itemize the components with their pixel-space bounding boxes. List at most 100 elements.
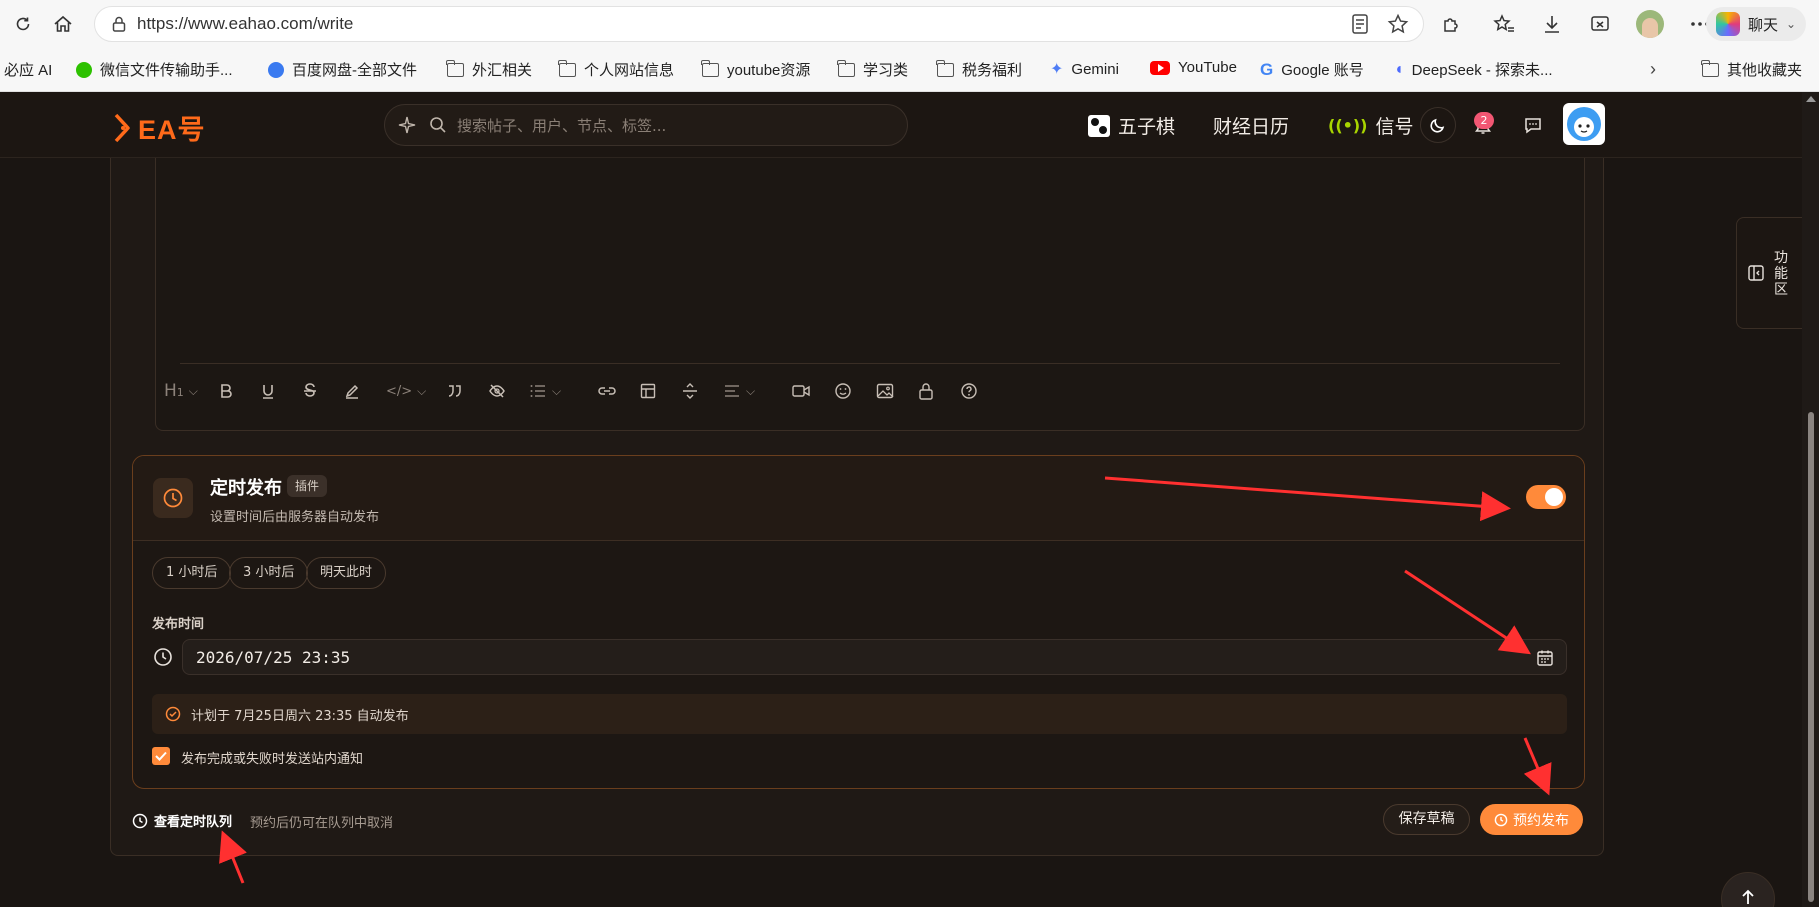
function-panel-tab[interactable]: 功能区 — [1736, 217, 1802, 329]
back-to-top-button[interactable] — [1721, 872, 1775, 907]
scrollbar-thumb[interactable] — [1808, 412, 1814, 902]
bookmark-tax-folder[interactable]: 税务福利 — [936, 59, 1023, 80]
clock-icon — [1494, 813, 1508, 826]
underline-icon[interactable] — [260, 378, 276, 404]
browser-toolbar: https://www.eahao.com/write 聊天 ⌄ — [0, 0, 1819, 48]
rich-text-editor[interactable]: H1 ⌵ </> ⌵ ⌵ ⌵ — [155, 158, 1585, 431]
quick-option-3h[interactable]: 3 小时后 — [229, 557, 309, 589]
reader-mode-icon[interactable] — [1351, 13, 1369, 39]
screenshot-icon[interactable] — [1584, 8, 1616, 40]
save-draft-button[interactable]: 保存草稿 — [1383, 804, 1470, 835]
table-icon[interactable] — [640, 378, 656, 404]
nav-calendar[interactable]: 财经日历 — [1213, 112, 1289, 139]
align-dropdown[interactable]: ⌵ — [724, 378, 755, 404]
bookmark-deepseek[interactable]: ◖ DeepSeek - 探索未... — [1394, 59, 1553, 80]
copilot-icon — [1716, 12, 1740, 36]
bookmark-baidu-netdisk[interactable]: 百度网盘-全部文件 — [268, 59, 417, 80]
heading-icon: H1 — [164, 381, 184, 401]
sparkle-icon[interactable] — [397, 115, 417, 135]
gomoku-icon — [1088, 114, 1110, 137]
bookmark-label: Gemini — [1071, 60, 1119, 78]
strikethrough-icon[interactable] — [302, 378, 318, 404]
emoji-icon[interactable] — [834, 378, 852, 404]
copilot-chat-button[interactable]: 聊天 ⌄ — [1706, 7, 1807, 41]
site-header: EA号 搜索帖子、用户、节点、标签... 五子棋 财经日历 ((•)) 信号 — [0, 92, 1802, 158]
google-icon: G — [1260, 59, 1274, 79]
schedule-publish-label: 预约发布 — [1513, 812, 1569, 829]
image-icon[interactable] — [876, 378, 894, 404]
view-queue-link[interactable]: 查看定时队列 — [132, 811, 232, 830]
user-avatar[interactable] — [1563, 103, 1605, 145]
editor-divider — [180, 363, 1560, 364]
notify-label[interactable]: 发布完成或失败时发送站内通知 — [181, 748, 363, 767]
dark-mode-toggle[interactable] — [1420, 107, 1456, 143]
video-icon[interactable] — [792, 378, 810, 404]
quote-icon[interactable] — [446, 378, 464, 404]
bookmark-forex-folder[interactable]: 外汇相关 — [446, 59, 532, 80]
toggle-knob — [1545, 488, 1563, 506]
chevron-down-icon: ⌄ — [1786, 17, 1797, 31]
profile-avatar[interactable] — [1634, 8, 1666, 40]
clock-icon — [153, 478, 193, 518]
chevron-right-icon[interactable]: › — [1650, 59, 1656, 80]
align-icon — [725, 385, 739, 397]
page-scrollbar[interactable] — [1802, 92, 1819, 907]
site-search-input[interactable]: 搜索帖子、用户、节点、标签... — [384, 104, 908, 146]
favorites-icon[interactable] — [1488, 8, 1520, 40]
notification-badge: 2 — [1474, 112, 1494, 129]
star-favorite-icon[interactable] — [1387, 13, 1409, 39]
clock-icon — [132, 813, 148, 828]
write-card: H1 ⌵ </> ⌵ ⌵ ⌵ 定时发布 插件 设置时间后由服务器自动发布 1 小… — [110, 158, 1604, 856]
hidden-content-icon[interactable] — [488, 378, 506, 404]
quick-option-1h[interactable]: 1 小时后 — [152, 557, 232, 589]
schedule-toggle[interactable] — [1526, 485, 1566, 509]
refresh-icon[interactable] — [6, 7, 40, 41]
site-logo[interactable]: EA号 — [112, 108, 206, 147]
download-icon[interactable] — [1536, 8, 1568, 40]
bookmark-youtube[interactable]: YouTube — [1150, 59, 1237, 76]
messages-button[interactable] — [1515, 107, 1551, 143]
bookmark-label: 税务福利 — [962, 62, 1023, 79]
url-text[interactable]: https://www.eahao.com/write — [137, 14, 353, 34]
code-dropdown[interactable]: </> ⌵ — [386, 378, 426, 404]
chat-bubble-icon — [1525, 118, 1541, 134]
address-bar[interactable]: https://www.eahao.com/write — [94, 6, 1424, 42]
bookmark-personal-site-folder[interactable]: 个人网站信息 — [558, 59, 674, 80]
scroll-up-arrow-icon[interactable] — [1806, 96, 1816, 102]
bookmark-label: YouTube — [1178, 59, 1237, 76]
lock-icon[interactable] — [105, 16, 133, 32]
nav-gomoku[interactable]: 五子棋 — [1088, 112, 1175, 139]
bookmark-other-favorites[interactable]: 其他收藏夹 — [1701, 59, 1803, 80]
nav-signal-label: 信号 — [1375, 116, 1414, 138]
calendar-icon[interactable] — [1536, 649, 1554, 667]
chevron-down-icon: ⌵ — [746, 383, 756, 398]
list-dropdown[interactable]: ⌵ — [530, 378, 561, 404]
notify-checkbox[interactable] — [152, 747, 170, 765]
bookmark-bing-ai[interactable]: 必应 AI — [4, 59, 52, 80]
schedule-publish-button[interactable]: 预约发布 — [1480, 804, 1583, 835]
extensions-icon[interactable] — [1436, 8, 1468, 40]
heading-dropdown[interactable]: H1 ⌵ — [164, 378, 198, 404]
home-icon[interactable] — [46, 7, 80, 41]
schedule-plan-text: 计划于 7月25日周六 23:35 自动发布 — [191, 709, 409, 724]
bookmark-label: youtube资源 — [727, 62, 811, 79]
bookmark-gemini[interactable]: ✦ Gemini — [1050, 59, 1119, 79]
link-icon[interactable] — [598, 378, 616, 404]
publish-datetime-input[interactable]: 2026/07/25 23:35 — [182, 639, 1567, 675]
divider-icon[interactable] — [682, 378, 698, 404]
scheduled-publish-title: 定时发布 — [210, 478, 282, 499]
bookmark-google-account[interactable]: G Google 账号 — [1260, 59, 1364, 80]
bookmark-youtube-resources-folder[interactable]: youtube资源 — [701, 59, 811, 80]
lock-content-icon[interactable] — [918, 378, 934, 404]
bookmark-label: 其他收藏夹 — [1727, 62, 1803, 79]
folder-icon — [446, 59, 464, 77]
deepseek-icon: ◖ — [1394, 60, 1404, 78]
quick-option-tomorrow[interactable]: 明天此时 — [306, 557, 387, 589]
help-icon[interactable] — [960, 378, 978, 404]
highlight-icon[interactable] — [344, 378, 360, 404]
bold-icon[interactable] — [218, 378, 234, 404]
bookmark-study-folder[interactable]: 学习类 — [837, 59, 908, 80]
nav-signal[interactable]: ((•)) 信号 — [1328, 112, 1414, 139]
check-circle-icon — [165, 706, 181, 722]
bookmark-wechat[interactable]: 微信文件传输助手... — [76, 59, 233, 80]
